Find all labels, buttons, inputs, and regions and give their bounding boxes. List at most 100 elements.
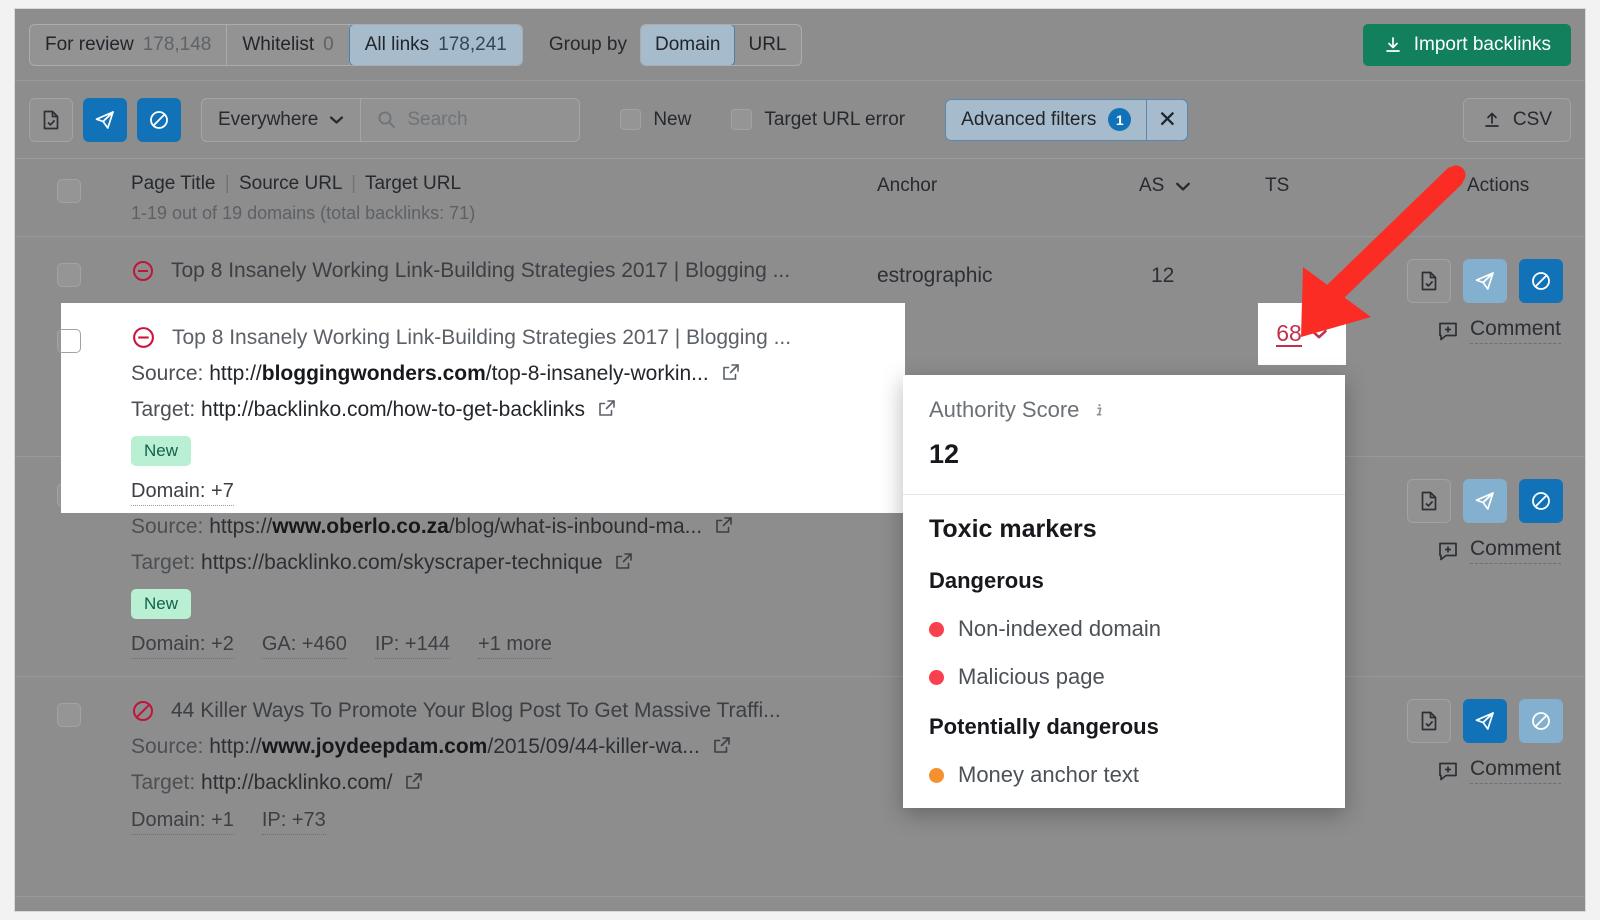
popup-marker-item: Malicious page: [929, 664, 1319, 690]
table-row: 44 Killer Ways To Promote Your Blog Post…: [15, 677, 1585, 897]
row-checkbox[interactable]: [57, 329, 81, 353]
filter-toolbar: Everywhere Search New: [15, 81, 1585, 159]
info-icon[interactable]: [1091, 402, 1108, 419]
tab-all-links-count: 178,241: [438, 34, 507, 56]
table-header: Page Title | Source URL | Target URL 1-1…: [15, 159, 1585, 237]
row-anchor[interactable]: estrographic: [877, 264, 993, 291]
row-send-button[interactable]: [1463, 479, 1507, 523]
tab-for-review-label: For review: [45, 34, 134, 56]
column-ts[interactable]: TS: [1265, 175, 1289, 197]
filter-checkbox-target-url-error[interactable]: Target URL error: [731, 109, 905, 131]
row-block-button[interactable]: [1519, 699, 1563, 743]
file-check-icon: [1418, 270, 1440, 292]
row-metric[interactable]: Domain: +1: [131, 809, 234, 835]
external-link-icon[interactable]: [712, 735, 732, 755]
tab-for-review-count: 178,148: [143, 34, 212, 56]
ts-score-dropdown[interactable]: 68: [1258, 303, 1346, 365]
popup-authority-section: Authority Score 12: [903, 375, 1345, 495]
scope-value: Everywhere: [218, 109, 318, 131]
export-csv-button[interactable]: CSV: [1463, 98, 1571, 142]
row-send-button[interactable]: [1463, 699, 1507, 743]
row-source-path: /top-8-insanely-workin...: [486, 362, 709, 385]
row-target-line: Target: https://backlinko.com/skyscraper…: [131, 551, 1571, 575]
file-check-icon: [1418, 490, 1440, 512]
select-all-checkbox[interactable]: [57, 179, 81, 203]
tab-all-links[interactable]: All links 178,241: [349, 24, 523, 66]
backlink-audit-screen: For review 178,148 Whitelist 0 All links…: [14, 8, 1586, 912]
search-input[interactable]: Search: [361, 99, 579, 141]
block-icon: [1530, 710, 1552, 732]
scope-dropdown[interactable]: Everywhere: [202, 99, 361, 141]
row-source-label: Source:: [131, 735, 203, 758]
external-link-icon[interactable]: [721, 362, 741, 382]
row-title[interactable]: 44 Killer Ways To Promote Your Blog Post…: [171, 699, 781, 723]
chevron-down-icon: [1175, 181, 1191, 192]
row-title[interactable]: Top 8 Insanely Working Link-Building Str…: [171, 259, 790, 283]
group-by-domain[interactable]: Domain: [640, 24, 735, 66]
row-metric[interactable]: Domain: +7: [131, 480, 234, 506]
row-content: 44 Killer Ways To Promote Your Blog Post…: [131, 699, 1571, 835]
tab-all-links-label: All links: [365, 34, 429, 56]
row-metric[interactable]: IP: +73: [262, 809, 326, 835]
row-comment-button[interactable]: Comment: [1437, 537, 1561, 564]
external-link-icon[interactable]: [404, 771, 424, 791]
clear-advanced-filters-button[interactable]: ✕: [1147, 100, 1187, 140]
column-as-sortable[interactable]: AS: [1139, 175, 1191, 197]
external-link-icon[interactable]: [714, 515, 734, 535]
filter-checkbox-new[interactable]: New: [620, 109, 691, 131]
row-title-line: Top 8 Insanely Working Link-Building Str…: [131, 259, 1571, 283]
popup-authority-score-value: 12: [929, 439, 1319, 470]
row-send-button[interactable]: [1463, 259, 1507, 303]
row-source-domain: www.joydeepdam.com: [262, 735, 488, 758]
row-target-url: https://backlinko.com/skyscraper-techniq…: [201, 551, 603, 574]
status-badge: New: [131, 436, 191, 466]
row-metric[interactable]: GA: +460: [262, 633, 347, 659]
row-source-domain: bloggingwonders.com: [262, 362, 486, 385]
download-icon: [1383, 35, 1403, 55]
toxic-score-popup: Authority Score 12 Toxic markers Dangero…: [903, 375, 1345, 808]
bulk-file-check-button[interactable]: [29, 98, 73, 142]
chevron-down-icon: [329, 115, 344, 125]
tab-whitelist[interactable]: Whitelist 0: [227, 25, 349, 65]
search-icon: [377, 110, 396, 129]
column-page-title: Page Title: [131, 173, 216, 194]
external-link-icon[interactable]: [614, 551, 634, 571]
row-as-score: 12: [1151, 264, 1174, 288]
send-icon: [1474, 710, 1496, 732]
minus-circle-icon: [131, 325, 156, 350]
advanced-filters-label: Advanced filters: [961, 109, 1096, 131]
advanced-filters-button[interactable]: Advanced filters 1: [946, 100, 1147, 140]
block-icon: [148, 109, 170, 131]
popup-marker-label: Money anchor text: [958, 762, 1139, 788]
import-backlinks-button[interactable]: Import backlinks: [1363, 24, 1571, 66]
popup-toxic-section: Toxic markers Dangerous Non-indexed doma…: [903, 495, 1345, 802]
send-icon: [94, 109, 116, 131]
row-title-line: 44 Killer Ways To Promote Your Blog Post…: [131, 699, 1571, 723]
group-by-url[interactable]: URL: [734, 25, 800, 65]
ts-score-value: 68: [1276, 321, 1302, 347]
row-title[interactable]: Top 8 Insanely Working Link-Building Str…: [172, 326, 791, 350]
bulk-send-button[interactable]: [83, 98, 127, 142]
row-metric[interactable]: IP: +144: [375, 633, 450, 659]
row-checkbox[interactable]: [57, 703, 81, 727]
results-summary: 1-19 out of 19 domains (total backlinks:…: [131, 203, 475, 224]
row-source-line: Source: http://www.joydeepdam.com/2015/0…: [131, 735, 1571, 759]
external-link-icon[interactable]: [597, 398, 617, 418]
row-file-check-button[interactable]: [1407, 259, 1451, 303]
row-block-button[interactable]: [1519, 259, 1563, 303]
tab-for-review[interactable]: For review 178,148: [30, 25, 227, 65]
row-file-check-button[interactable]: [1407, 699, 1451, 743]
header-title-row: Page Title | Source URL | Target URL: [131, 173, 475, 195]
row-comment-label: Comment: [1470, 537, 1561, 564]
row-metric[interactable]: Domain: +2: [131, 633, 234, 659]
row-comment-button[interactable]: Comment: [1437, 757, 1561, 784]
row-file-check-button[interactable]: [1407, 479, 1451, 523]
column-anchor[interactable]: Anchor: [877, 175, 937, 197]
block-icon: [1530, 490, 1552, 512]
row-checkbox[interactable]: [57, 263, 81, 287]
row-comment-button[interactable]: Comment: [1437, 317, 1561, 344]
row-actions: [1407, 259, 1563, 303]
row-block-button[interactable]: [1519, 479, 1563, 523]
bulk-block-button[interactable]: [137, 98, 181, 142]
row-metric-more[interactable]: +1 more: [478, 633, 552, 659]
